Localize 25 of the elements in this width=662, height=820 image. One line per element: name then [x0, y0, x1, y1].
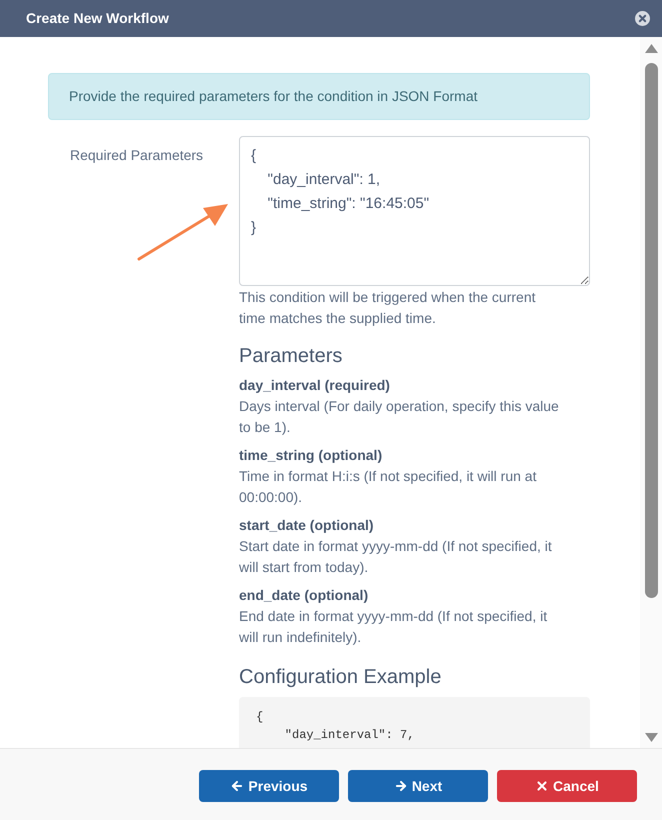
parameter-description: Start date in format yyyy-mm-dd (If not specified, it will start from today). [239, 537, 553, 577]
previous-button[interactable]: Previous [199, 770, 339, 802]
close-icon [535, 779, 550, 793]
window-title: Create New Workflow [26, 9, 169, 28]
parameter-name: day_interval (required) [239, 376, 391, 395]
section-heading: Parameters [239, 344, 344, 369]
next-button[interactable]: Next [348, 770, 488, 802]
parameter-description: Days interval (For daily operation, specify this value to be 1). [239, 397, 560, 437]
parameter-name: time_string (optional) [239, 446, 384, 465]
section-heading: Configuration Example [239, 665, 442, 690]
cancel-button[interactable]: Cancel [497, 770, 637, 802]
scrollbar-thumb[interactable] [644, 63, 658, 598]
help-text: This condition will be triggered when the current time matches the supplied time. [239, 288, 536, 328]
parameter-name: end_date (optional) [239, 586, 370, 605]
code-line: { [256, 709, 264, 726]
parameters-field[interactable]: { "day_interval": 1, "time_string": "16:45:05" } [239, 136, 590, 286]
parameter-name: start_date (optional) [239, 516, 375, 535]
alert-text: Provide the required parameters for the condition in JSON Format [69, 87, 478, 106]
close-icon[interactable] [635, 11, 650, 26]
parameter-description: Time in format H:i:s (If not specified, it will run at 00:00:00). [239, 467, 538, 507]
parameter-description: End date in format yyyy-mm-dd (If not specified, it will run indefinitely). [239, 607, 548, 647]
scroll-down-icon[interactable] [644, 733, 658, 742]
scroll-up-icon[interactable] [644, 44, 658, 53]
field-label: Required Parameters [70, 147, 204, 163]
code-line: "day_interval": 7, [284, 727, 414, 744]
